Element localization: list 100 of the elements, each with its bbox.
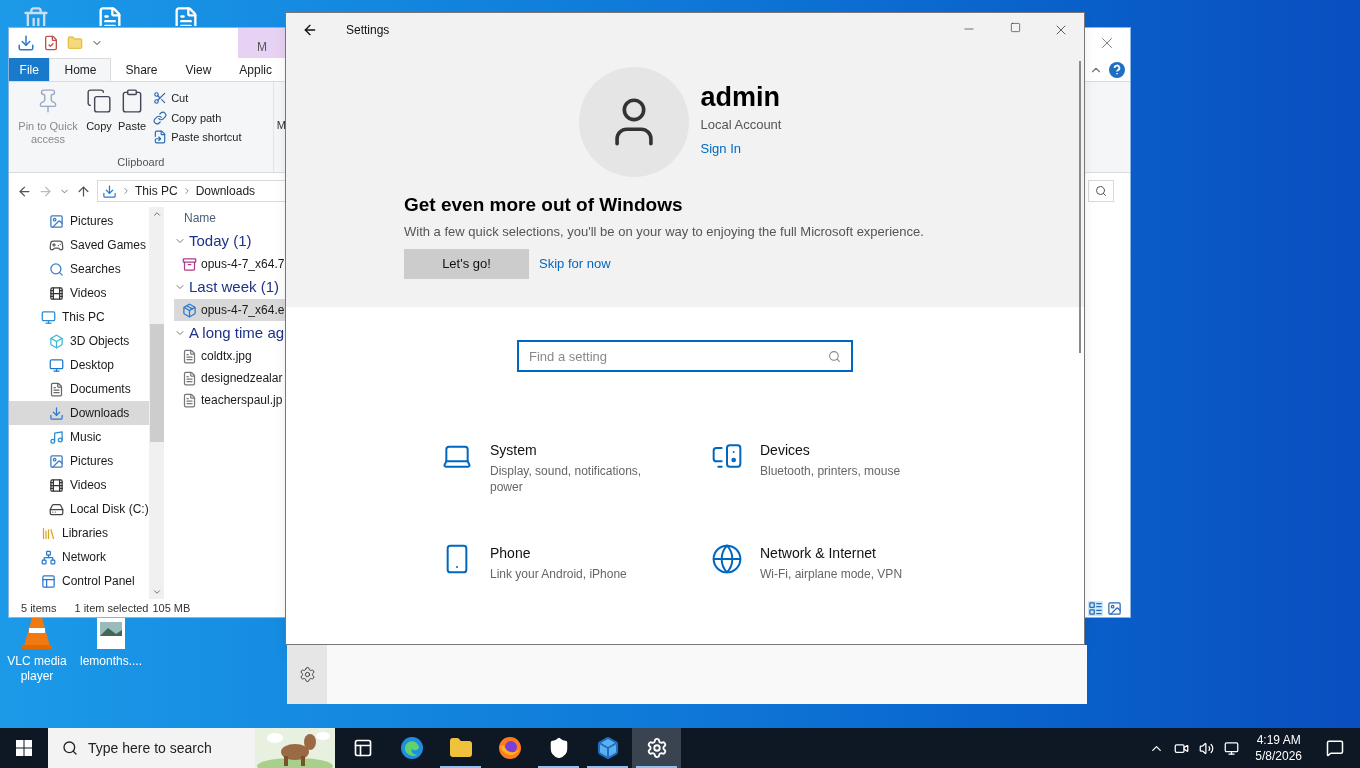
search-button[interactable] xyxy=(1088,180,1114,202)
preview-view-icon[interactable] xyxy=(1107,600,1122,616)
breadcrumb-item[interactable]: Downloads xyxy=(195,182,256,200)
category-description: Display, sound, notifications, power xyxy=(490,463,643,495)
file-row[interactable]: teacherspaul.jp xyxy=(174,389,286,411)
box-icon xyxy=(595,736,620,760)
skip-link[interactable]: Skip for now xyxy=(539,254,611,274)
ribbon-tab[interactable]: View xyxy=(171,58,226,81)
file-row[interactable]: designedzealar xyxy=(174,367,286,389)
settings-category[interactable]: System Display, sound, notifications, power xyxy=(441,440,711,495)
ribbon-tab[interactable]: Applic xyxy=(225,58,286,81)
shortcut-icon xyxy=(153,130,168,145)
settings-category[interactable]: Devices Bluetooth, printers, mouse xyxy=(711,440,981,495)
volume-icon[interactable] xyxy=(1199,740,1215,756)
ribbon-button[interactable]: Paste xyxy=(115,88,150,154)
monitor-icon xyxy=(41,309,56,325)
nav-item[interactable]: Videos xyxy=(9,281,149,305)
account-name: admin xyxy=(700,81,782,113)
lets-go-button[interactable]: Let's go! xyxy=(404,249,529,279)
ribbon-button[interactable]: Copy xyxy=(83,88,115,154)
nav-item[interactable]: 3D Objects xyxy=(9,329,149,353)
sign-in-link[interactable]: Sign In xyxy=(700,138,782,158)
panel-icon xyxy=(41,573,56,589)
picture-icon xyxy=(49,453,64,469)
nav-item[interactable]: Local Disk (C:) xyxy=(9,497,149,521)
file-row[interactable]: opus-4-7_x64.e xyxy=(174,299,286,321)
ribbon-tab[interactable]: Share xyxy=(111,58,172,81)
nav-item[interactable]: Control Panel xyxy=(9,569,149,593)
nav-item[interactable]: Downloads xyxy=(9,401,149,425)
category-title: Phone xyxy=(490,544,532,563)
music-note-icon xyxy=(49,429,64,445)
taskbar-search-box[interactable]: Type here to search xyxy=(48,728,335,768)
window-title: Settings xyxy=(346,22,390,39)
scrollbar-thumb[interactable] xyxy=(1079,61,1081,353)
folder-icon xyxy=(448,736,473,760)
taskbar-search-field[interactable]: Type here to search xyxy=(88,728,238,768)
browser-wave-icon xyxy=(399,736,424,760)
maximize-icon[interactable] xyxy=(1009,22,1021,33)
back-icon[interactable] xyxy=(17,183,32,199)
help-icon[interactable] xyxy=(1109,61,1125,78)
archive-icon xyxy=(182,256,197,272)
notifications-icon[interactable] xyxy=(1326,739,1344,757)
details-view-icon[interactable] xyxy=(1088,600,1103,616)
nav-item[interactable]: Videos xyxy=(9,473,149,497)
file-row[interactable]: coldtx.jpg xyxy=(174,345,286,367)
film-icon xyxy=(49,285,64,301)
search-icon xyxy=(62,740,78,756)
taskbar-app[interactable] xyxy=(632,728,681,768)
scroll-up-icon[interactable] xyxy=(151,209,162,219)
download-icon xyxy=(102,183,117,199)
download-icon xyxy=(49,405,64,421)
scroll-down-icon[interactable] xyxy=(151,587,162,597)
ribbon-button[interactable]: Copy path xyxy=(153,109,242,126)
ribbon-button[interactable]: Paste shortcut xyxy=(153,129,242,146)
group-header[interactable]: Today (1) xyxy=(174,229,286,253)
selection-size: 105 MB xyxy=(152,600,191,616)
nav-item[interactable]: Desktop xyxy=(9,353,149,377)
download-icon[interactable] xyxy=(17,34,35,52)
settings-button[interactable] xyxy=(287,645,327,704)
settings-icon xyxy=(645,737,668,759)
nav-item[interactable]: Music xyxy=(9,425,149,449)
back-icon[interactable] xyxy=(302,22,318,38)
file-row[interactable]: opus-4-7_x64.7 xyxy=(174,253,286,275)
nav-item[interactable]: This PC xyxy=(9,305,149,329)
task-view-icon xyxy=(352,738,373,758)
nav-item[interactable]: Network xyxy=(9,545,149,569)
banner-text: With a few quick selections, you'll be on your way to enjoying the full Microsoft experience. xyxy=(404,222,924,241)
library-icon xyxy=(41,525,56,541)
file-icon xyxy=(182,370,197,386)
breadcrumb-item[interactable]: This PC xyxy=(135,182,178,200)
document-icon xyxy=(49,381,64,397)
group-header[interactable]: Last week (1) xyxy=(174,275,286,299)
network-icon[interactable] xyxy=(1224,740,1240,756)
ribbon-button[interactable]: Cut xyxy=(153,90,242,107)
scrollbar[interactable] xyxy=(149,207,164,599)
address-bar[interactable]: This PC Downloads xyxy=(97,180,286,202)
scissors-icon xyxy=(153,91,168,106)
ribbon-tab[interactable]: File xyxy=(9,58,50,81)
settings-category[interactable]: Phone Link your Android, iPhone xyxy=(441,543,711,582)
settings-category[interactable]: Network & Internet Wi-Fi, airplane mode, VPN xyxy=(711,543,981,582)
group-header[interactable]: A long time ag xyxy=(174,321,286,345)
globe-icon xyxy=(711,543,743,575)
copy-icon xyxy=(86,88,112,114)
file-icon xyxy=(182,348,197,364)
search-box[interactable]: Find a setting xyxy=(517,340,853,372)
nav-item[interactable]: Saved Games xyxy=(9,233,149,257)
clock[interactable]: 4:19 AM 5/8/2026 xyxy=(1249,732,1308,764)
search-icon xyxy=(828,349,841,363)
nav-item[interactable]: Pictures xyxy=(9,449,149,473)
column-header[interactable]: Name xyxy=(174,207,286,229)
package-icon xyxy=(182,302,197,318)
nav-item[interactable]: Documents xyxy=(9,377,149,401)
ribbon-tab[interactable]: Home xyxy=(49,58,112,81)
up-icon[interactable] xyxy=(76,183,91,199)
nav-item[interactable]: Searches xyxy=(9,257,149,281)
search-field[interactable]: Find a setting xyxy=(529,342,828,370)
nav-item[interactable]: Pictures xyxy=(9,209,149,233)
file-icon xyxy=(182,392,197,408)
nav-item[interactable]: Libraries xyxy=(9,521,149,545)
properties-icon[interactable] xyxy=(43,35,59,51)
